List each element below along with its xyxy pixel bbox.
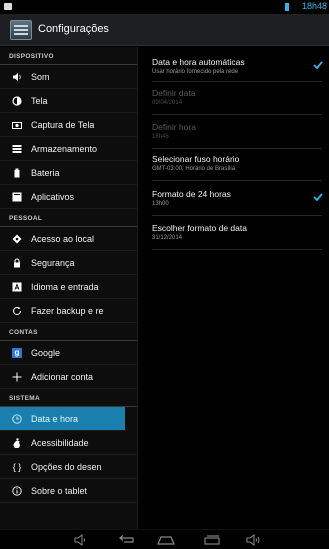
sidebar-item-label: Acesso ao local: [31, 233, 95, 244]
setting-title: Definir data: [152, 88, 196, 98]
page-title: Configurações: [38, 23, 109, 35]
speaker-icon: [12, 72, 22, 82]
separator: [152, 81, 322, 82]
sidebar-item-language[interactable]: Idioma e entrada: [0, 275, 137, 299]
setting-24-hour-format[interactable]: Formato de 24 horas 13h00: [152, 189, 322, 207]
sidebar-item-screenshot[interactable]: Captura de Tela: [0, 113, 137, 137]
sidebar-item-label: Armazenamento: [31, 143, 98, 154]
volume-up-icon[interactable]: [244, 533, 264, 547]
setting-summary: Usar horário fornecido pela rede: [152, 69, 239, 75]
battery-icon: [12, 168, 22, 178]
setting-auto-date-time[interactable]: Data e hora automáticas Usar horário for…: [152, 57, 322, 75]
battery-status-icon: [285, 3, 289, 11]
sidebar-item-label: Captura de Tela: [31, 119, 95, 130]
sidebar-item-backup[interactable]: Fazer backup e re: [0, 299, 137, 323]
apps-icon: [12, 192, 22, 202]
sidebar-item-label: Google: [31, 347, 61, 358]
sidebar-item-sound[interactable]: Som: [0, 65, 137, 89]
separator: [152, 249, 322, 250]
google-icon: g: [12, 347, 22, 358]
sidebar-item-display[interactable]: Tela: [0, 89, 137, 113]
setting-summary: GMT-03:00, Horário de Brasília: [152, 166, 236, 172]
sidebar-item-developer-options[interactable]: { } Opções do desen: [0, 455, 137, 479]
sidebar-item-date-time[interactable]: Data e hora: [0, 407, 125, 431]
clock-icon: [12, 413, 22, 424]
sidebar-item-label: Som: [31, 71, 50, 82]
sidebar-item-about-tablet[interactable]: Sobre o tablet: [0, 479, 137, 503]
setting-title: Formato de 24 horas: [152, 189, 231, 199]
section-header-personal: PESSOAL: [0, 209, 137, 227]
code-icon: { }: [12, 461, 22, 472]
setting-set-time: Definir hora 18h48: [152, 122, 322, 140]
camera-icon: [12, 120, 22, 130]
setting-title: Definir hora: [152, 122, 196, 132]
setting-title: Data e hora automáticas: [152, 57, 245, 67]
sidebar-item-security[interactable]: Segurança: [0, 251, 137, 275]
date-time-settings-pane: Data e hora automáticas Usar horário for…: [138, 47, 329, 529]
separator: [152, 114, 322, 115]
checkmark-icon[interactable]: [313, 193, 323, 201]
sidebar-item-label: Fazer backup e re: [31, 305, 104, 316]
backup-icon: [12, 306, 22, 316]
sidebar-item-label: Idioma e entrada: [31, 281, 99, 292]
notification-icon: [4, 3, 12, 10]
setting-select-timezone[interactable]: Selecionar fuso horário GMT-03:00, Horár…: [152, 154, 322, 172]
location-icon: [12, 234, 22, 244]
sidebar-item-label: Adicionar conta: [31, 371, 94, 382]
sidebar-item-google[interactable]: g Google: [0, 341, 137, 365]
separator: [152, 215, 322, 216]
section-header-device: DISPOSITIVO: [0, 47, 137, 65]
lock-icon: [12, 257, 22, 268]
sidebar-item-label: Aplicativos: [31, 191, 75, 202]
checkmark-icon[interactable]: [313, 61, 323, 69]
back-icon[interactable]: [116, 533, 136, 547]
sidebar-item-location[interactable]: Acesso ao local: [0, 227, 137, 251]
setting-summary: 09/04/2014: [152, 100, 183, 106]
home-icon[interactable]: [156, 533, 176, 547]
info-icon: [12, 485, 22, 496]
setting-date-format[interactable]: Escolher formato de data 31/12/2014: [152, 223, 322, 241]
section-header-system: SISTEMA: [0, 389, 137, 407]
setting-title: Selecionar fuso horário: [152, 154, 240, 164]
sidebar-item-label: Sobre o tablet: [31, 485, 88, 496]
separator: [152, 148, 322, 149]
plus-icon: [12, 372, 22, 382]
sidebar-item-label: Acessibilidade: [31, 437, 89, 448]
sidebar-item-label: Tela: [31, 95, 48, 106]
sidebar-item-accessibility[interactable]: Acessibilidade: [0, 431, 137, 455]
setting-summary: 18h48: [152, 134, 169, 140]
accessibility-icon: [12, 437, 22, 448]
separator: [152, 180, 322, 181]
sidebar-item-label: Opções do desen: [31, 461, 102, 472]
sidebar-item-battery[interactable]: Bateria: [0, 161, 137, 185]
volume-down-icon[interactable]: [72, 533, 90, 547]
brightness-icon: [12, 95, 22, 106]
setting-summary: 31/12/2014: [152, 235, 183, 241]
section-header-accounts: CONTAS: [0, 323, 137, 341]
sidebar-item-storage[interactable]: Armazenamento: [0, 137, 137, 161]
settings-app-icon[interactable]: [10, 20, 32, 40]
storage-icon: [12, 144, 22, 154]
sidebar-item-label: Bateria: [31, 167, 60, 178]
keyboard-icon: [12, 282, 22, 292]
status-bar: 18h48: [0, 0, 329, 14]
action-bar: Configurações: [0, 14, 329, 46]
sidebar-item-apps[interactable]: Aplicativos: [0, 185, 137, 209]
sidebar-item-label: Segurança: [31, 257, 75, 268]
setting-summary: 13h00: [152, 201, 169, 207]
setting-title: Escolher formato de data: [152, 223, 247, 233]
recent-apps-icon[interactable]: [202, 533, 222, 547]
navigation-bar: [0, 529, 329, 549]
settings-sidebar: DISPOSITIVO Som Tela Captura de Tela Arm…: [0, 47, 137, 529]
sidebar-item-add-account[interactable]: Adicionar conta: [0, 365, 137, 389]
setting-set-date: Definir data 09/04/2014: [152, 88, 322, 106]
status-clock: 18h48: [301, 1, 327, 11]
sidebar-item-label: Data e hora: [31, 413, 79, 424]
